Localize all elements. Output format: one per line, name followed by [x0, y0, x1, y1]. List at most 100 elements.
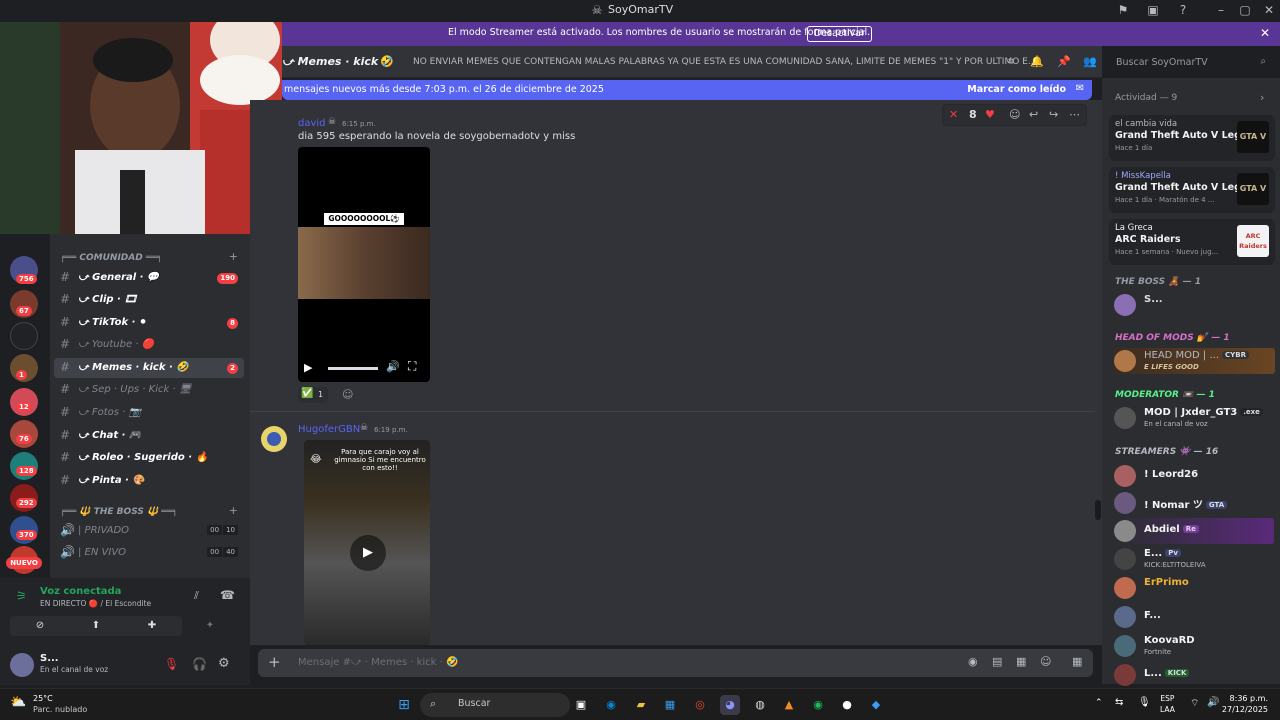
minimize-icon[interactable]: –: [1214, 3, 1228, 17]
reaction-count[interactable]: 8: [969, 108, 977, 121]
chat-area[interactable]: david ☠ 6:15 p.m. dia 595 esperando la n…: [250, 100, 1102, 645]
volume-icon[interactable]: 🔊: [1207, 697, 1219, 708]
member-item[interactable]: ! Leord26: [1114, 463, 1274, 489]
channel-pinta[interactable]: # ⤻ Pinta · 🎨: [54, 471, 244, 491]
store-icon[interactable]: ▦: [660, 695, 680, 715]
member-item[interactable]: ErPrimo: [1114, 575, 1274, 601]
wifi-icon[interactable]: ⌔: [1190, 697, 1199, 710]
close-banner-icon[interactable]: ✕: [1260, 26, 1270, 40]
member-item[interactable]: L... KICK: [1114, 662, 1274, 688]
close-window-icon[interactable]: ✕: [1262, 3, 1276, 17]
chevron-up-icon[interactable]: ⌃: [1095, 698, 1103, 708]
mute-icon[interactable]: 🎙: [164, 657, 179, 671]
channel-topic[interactable]: NO ENVIAR MEMES QUE CONTENGAN MALAS PALA…: [413, 57, 1036, 67]
emoji-picker-icon[interactable]: ☺: [1040, 655, 1051, 668]
activity-card[interactable]: el cambia vida Grand Theft Auto V Legacy…: [1109, 115, 1275, 161]
server-icon[interactable]: [10, 322, 38, 350]
member-item[interactable]: KoovaRD Fortnite: [1114, 633, 1274, 659]
composer-input[interactable]: Mensaje #⤻ · Memes · kick · 🤣: [298, 657, 458, 668]
chat-scrollbar[interactable]: [1095, 500, 1101, 520]
message-composer[interactable]: + Mensaje #⤻ · Memes · kick · 🤣 ◉ ▤ ▦ ☺ …: [258, 649, 1093, 677]
member-item[interactable]: MOD | Jxder_GT3 .exe En el canal de voz: [1114, 405, 1274, 431]
language-indicator[interactable]: ESP LAA: [1160, 693, 1175, 715]
pin-icon[interactable]: 📌: [1057, 55, 1071, 69]
sticker-icon[interactable]: ▦: [1016, 655, 1026, 668]
screen-icon[interactable]: ▣: [1146, 3, 1160, 17]
member-item[interactable]: S...: [1114, 292, 1274, 318]
member-item[interactable]: HEAD MOD | ... CYBR E LIFES GOOD: [1114, 348, 1275, 374]
member-list-icon[interactable]: 👥: [1083, 55, 1097, 69]
channel-chat[interactable]: # ⤻ Chat · 🎮: [54, 426, 244, 446]
noise-suppression-icon[interactable]: ⫽: [194, 589, 199, 603]
heart-reaction-icon[interactable]: ♥: [985, 108, 995, 121]
camera-off-button[interactable]: ⊘: [10, 616, 70, 636]
spotify-icon[interactable]: ◉: [808, 695, 828, 715]
disable-streamer-button[interactable]: Desactivar: [807, 26, 872, 42]
mark-read-button[interactable]: Marcar como leído: [967, 84, 1066, 95]
maximize-icon[interactable]: ▢: [1238, 3, 1252, 17]
member-item[interactable]: F...: [1114, 604, 1274, 630]
fullscreen-icon[interactable]: ⛶: [408, 359, 416, 374]
file-explorer-icon[interactable]: ▰: [631, 695, 651, 715]
channel-sep-ups[interactable]: # ⤻ Sep · Ups · Kick · 🖥: [54, 380, 244, 400]
discord-icon[interactable]: ◕: [720, 695, 740, 715]
voice-channel-privado[interactable]: 🔊 | PRIVADO 00 10: [54, 521, 244, 541]
add-reaction-icon[interactable]: ☺: [342, 388, 353, 401]
member-item[interactable]: Abdiel Re: [1114, 518, 1274, 544]
volume-icon[interactable]: 🔊: [386, 360, 400, 373]
screen-share-button[interactable]: ⬆: [66, 616, 126, 636]
clock[interactable]: 8:36 p.m. 27/12/2025: [1222, 693, 1268, 715]
apps-icon[interactable]: ▦: [1072, 655, 1082, 668]
video-attachment[interactable]: Para que carajo voy al gimnasio Si me en…: [304, 440, 430, 645]
message-author[interactable]: david: [298, 118, 326, 129]
gift-icon[interactable]: ◉: [968, 655, 978, 668]
add-channel-icon[interactable]: +: [229, 504, 238, 517]
obs-icon[interactable]: ◍: [750, 695, 770, 715]
member-item[interactable]: E... Pv KICK:ELTITOLEIVA: [1114, 546, 1274, 572]
member-item[interactable]: ! Nomar ツ GTA: [1114, 490, 1274, 516]
avatar[interactable]: [261, 426, 287, 452]
channel-youtube[interactable]: # ⤻ Youtube · 🔴: [54, 335, 244, 355]
activity-card[interactable]: La Greca ARC Raiders Hace 1 semana · Nue…: [1109, 219, 1275, 265]
settings-gear-icon[interactable]: ⚙: [218, 656, 230, 671]
avatar[interactable]: [10, 653, 34, 677]
notification-bell-icon[interactable]: 🔔: [1030, 55, 1044, 69]
forward-icon[interactable]: ↪: [1049, 108, 1058, 121]
start-icon[interactable]: ⊞: [394, 695, 414, 715]
voice-channel-name[interactable]: EN DIRECTO 🔴 / El Escondite: [40, 599, 151, 608]
tray-icon[interactable]: ⇆: [1115, 697, 1123, 708]
app-icon[interactable]: ▲: [779, 695, 799, 715]
channel-memes-kick[interactable]: # ⤻ Memes · kick · 🤣 2: [54, 358, 244, 378]
disconnect-icon[interactable]: ☎: [220, 588, 235, 602]
channel-clip[interactable]: # ⤻ Clip · 🎞: [54, 290, 244, 310]
weather-icon[interactable]: ⛅: [10, 695, 26, 710]
channel-general[interactable]: # ⤻ General · 💬 190: [54, 268, 244, 288]
add-reaction-icon[interactable]: ☺: [1009, 108, 1020, 121]
message-author[interactable]: HugoferGBN: [298, 424, 360, 435]
category-comunidad[interactable]: ╒══ COMUNIDAD ══╕: [60, 253, 162, 263]
task-view-icon[interactable]: ▣: [571, 695, 591, 715]
help-icon[interactable]: ?: [1176, 3, 1190, 17]
search-input[interactable]: Buscar SoyOmarTV ⌕: [1110, 53, 1272, 73]
video-attachment[interactable]: GOOOOOOOOL⚽ ▶ 🔊 ⛶: [298, 147, 430, 382]
activities-button[interactable]: ✚: [122, 616, 182, 636]
channel-tiktok[interactable]: # ⤻ TikTok · ⚫ 8: [54, 313, 244, 333]
reply-icon[interactable]: ↩: [1029, 108, 1038, 121]
play-icon[interactable]: ▶: [304, 361, 312, 374]
chevron-right-icon[interactable]: ›: [1260, 91, 1264, 104]
deafen-icon[interactable]: 🎧: [192, 657, 207, 671]
app-icon[interactable]: ◆: [866, 695, 886, 715]
channel-fotos[interactable]: # ⤻ Fotos · 📷: [54, 403, 244, 423]
channel-roleo[interactable]: # ⤻ Roleo · Sugerido · 🔥: [54, 448, 244, 468]
steam-icon[interactable]: ●: [837, 695, 857, 715]
more-options-icon[interactable]: ⋯: [1069, 108, 1080, 121]
play-icon[interactable]: ▶: [350, 535, 386, 571]
chrome-icon[interactable]: ◎: [690, 695, 710, 715]
taskbar-search[interactable]: ⌕ Buscar: [420, 693, 570, 717]
volume-slider[interactable]: [328, 367, 378, 370]
category-the-boss[interactable]: ╒══ 🔱 THE BOSS 🔱 ══╕: [60, 507, 178, 517]
voice-channel-en-vivo[interactable]: 🔊 | EN VIVO 00 40: [54, 543, 244, 563]
upload-plus-icon[interactable]: +: [268, 653, 281, 671]
edge-icon[interactable]: ◉: [601, 695, 621, 715]
soundboard-button[interactable]: ✦: [180, 616, 240, 636]
